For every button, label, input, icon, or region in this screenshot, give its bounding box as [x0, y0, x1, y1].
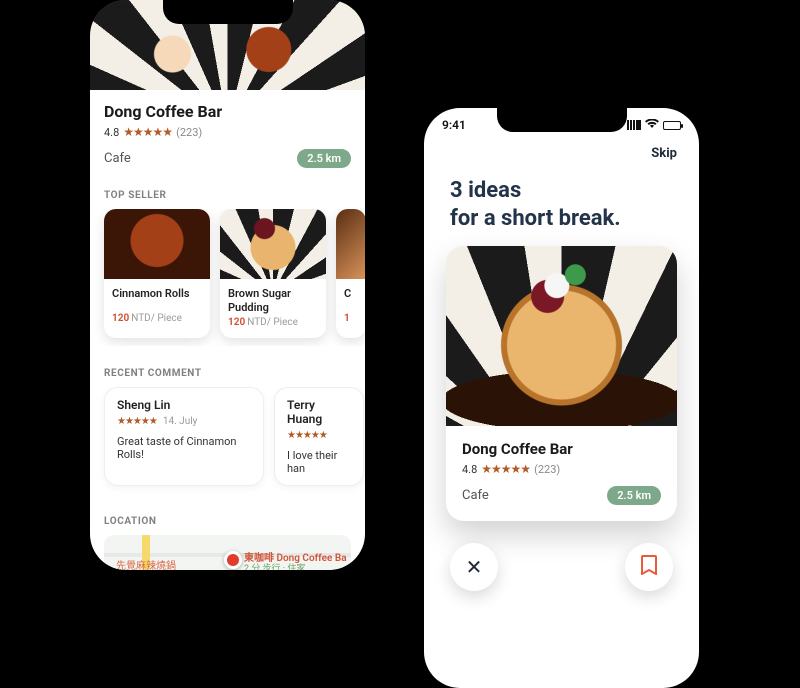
place-title: Dong Coffee Bar — [104, 102, 351, 121]
comments-list[interactable]: Sheng Lin ★★★★★ 14. July Great taste of … — [90, 387, 365, 494]
discover-heading: 3 ideas for a short break. — [424, 161, 699, 246]
location-map[interactable]: 東咖啡 Dong Coffee Ba 先覺麻辣燒鍋 2 分 步行 · 住家 我不… — [104, 535, 351, 571]
battery-icon — [663, 121, 681, 130]
swipe-actions: ✕ — [424, 521, 699, 591]
discover-screen: 9:41 Skip 3 ideas for a short break. Don… — [424, 108, 699, 688]
top-seller-list[interactable]: Cinnamon Rolls 120NTD/ Piece Brown Sugar… — [90, 209, 365, 346]
skip-button[interactable]: Skip — [424, 132, 699, 161]
comment-stars-icon: ★★★★★ — [117, 416, 157, 427]
menu-item-image — [104, 209, 210, 279]
bookmark-icon — [640, 555, 658, 580]
device-notch — [497, 108, 627, 132]
wifi-icon — [645, 118, 659, 132]
suggestion-card[interactable]: Dong Coffee Bar 4.8 ★★★★★ (223) Cafe 2.5… — [446, 246, 677, 521]
star-icons: ★★★★★ — [123, 125, 172, 139]
heading-line-2: for a short break. — [450, 205, 673, 233]
card-star-icons: ★★★★★ — [481, 462, 530, 476]
heading-line-1: 3 ideas — [450, 177, 673, 205]
comment-author: Sheng Lin — [117, 398, 251, 412]
menu-item-card[interactable]: Brown Sugar Pudding 120NTD/ Piece — [220, 209, 326, 338]
header-block: Dong Coffee Bar 4.8 ★★★★★ (223) Cafe 2.5… — [90, 90, 365, 168]
menu-item-name: Cinnamon Rolls — [104, 279, 210, 313]
comment-body: I love their han — [287, 449, 351, 475]
rating-value: 4.8 — [104, 126, 119, 139]
comment-card[interactable]: Sheng Lin ★★★★★ 14. July Great taste of … — [104, 387, 264, 486]
rating-count: (223) — [176, 126, 202, 139]
menu-item-price: 120NTD/ Piece — [220, 317, 326, 338]
distance-badge: 2.5 km — [297, 149, 351, 168]
top-seller-heading: TOP SELLER — [104, 190, 365, 201]
dismiss-button[interactable]: ✕ — [450, 543, 498, 591]
card-rating-row: 4.8 ★★★★★ (223) — [462, 462, 661, 476]
menu-item-card[interactable]: Cinnamon Rolls 120NTD/ Piece — [104, 209, 210, 338]
comment-stars-icon: ★★★★★ — [287, 430, 327, 441]
menu-item-price: 120NTD/ Piece — [104, 313, 210, 334]
status-time: 9:41 — [442, 118, 466, 132]
close-icon: ✕ — [466, 555, 483, 579]
category-label: Cafe — [104, 151, 131, 166]
comment-author: Terry Huang — [287, 398, 351, 426]
detail-screen: Dong Coffee Bar 4.8 ★★★★★ (223) Cafe 2.5… — [90, 0, 365, 570]
menu-item-price: 1 — [336, 313, 365, 334]
menu-item-image — [220, 209, 326, 279]
location-heading: LOCATION — [104, 516, 365, 527]
map-pin-icon — [224, 551, 242, 569]
menu-item-image — [336, 209, 365, 279]
map-nearby-label: 先覺麻辣燒鍋 — [116, 557, 176, 571]
card-rating-value: 4.8 — [462, 463, 477, 476]
comment-body: Great taste of Cinnamon Rolls! — [117, 435, 251, 461]
save-button[interactable] — [625, 543, 673, 591]
rating-row: 4.8 ★★★★★ (223) — [104, 125, 351, 139]
signal-icon — [627, 120, 641, 130]
card-rating-count: (223) — [534, 463, 560, 476]
map-walk-label: 2 分 步行 · 住家 — [244, 561, 305, 571]
menu-item-card[interactable]: C 1 — [336, 209, 365, 338]
card-title: Dong Coffee Bar — [462, 440, 661, 458]
card-category: Cafe — [462, 488, 489, 503]
comment-date: 14. July — [163, 416, 198, 427]
menu-item-name: C — [336, 279, 365, 313]
menu-item-name: Brown Sugar Pudding — [220, 279, 326, 317]
device-notch — [163, 0, 293, 24]
suggestion-image — [446, 246, 677, 426]
card-distance-badge: 2.5 km — [607, 486, 661, 505]
comment-card[interactable]: Terry Huang ★★★★★ I love their han — [274, 387, 364, 486]
recent-comment-heading: RECENT COMMENT — [104, 368, 365, 379]
